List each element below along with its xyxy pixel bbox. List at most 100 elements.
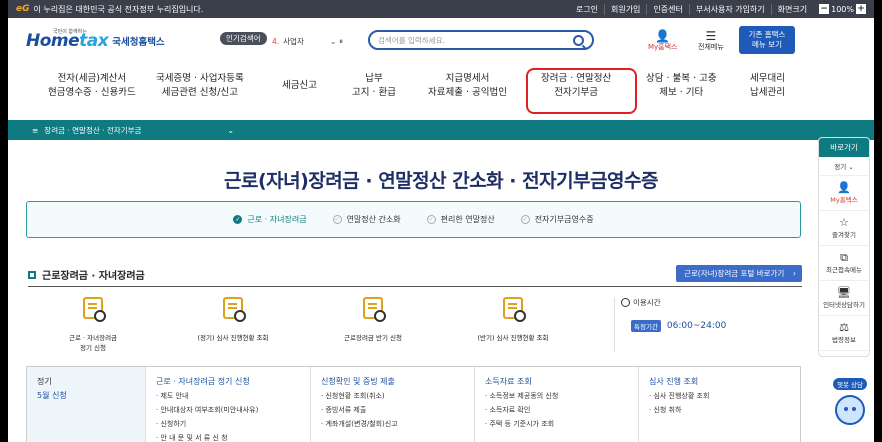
- hometax-logo[interactable]: 국민이 함께하는 Hometax 국세청홈택스: [26, 29, 165, 51]
- section-title: 근로장려금 · 자녀장려금: [28, 267, 145, 282]
- divider: [614, 297, 615, 352]
- page-title: 근로(자녀)장려금 · 연말정산 간소화 · 전자기부금영수증: [224, 170, 658, 192]
- chevron-down-icon[interactable]: ⌄: [227, 126, 234, 135]
- list-item[interactable]: · 주택 등 기준시가 조회: [485, 417, 628, 431]
- document-search-icon: [363, 297, 386, 322]
- chatbot-button[interactable]: 챗봇 상담: [830, 372, 870, 425]
- menu-table: 정기 5월 신청 근로 · 자녀장려금 정기 신청 · 제도 안내 · 안내대상…: [26, 366, 801, 442]
- list-item[interactable]: · 증빙서류 제출: [321, 403, 464, 417]
- table-col-period: 정기 5월 신청: [27, 367, 145, 442]
- square-icon: [28, 270, 36, 279]
- logo-subtitle: 국세청홈택스: [112, 37, 165, 48]
- chevron-right-icon: ›: [793, 269, 796, 278]
- popular-search-select[interactable]: 4. 사업자 ⌄ ⏸: [272, 36, 343, 47]
- screen-size-label: 화면크기: [770, 3, 813, 15]
- chatbot-label: 챗봇 상담: [833, 378, 867, 390]
- recent-icon: ⧉: [840, 251, 848, 264]
- list-item[interactable]: · 안 내 문 및 서 류 신 청: [156, 431, 300, 442]
- chatbot-mascot-icon: [835, 395, 865, 425]
- list-item[interactable]: · 계좌개설(변경/철회)신고: [321, 417, 464, 431]
- document-search-icon: [503, 297, 526, 322]
- gov-banner: eG 이 누리집은 대한민국 공식 전자정부 누리집입니다. 로그인 회원가입 …: [8, 0, 874, 18]
- list-item[interactable]: · 소득정보 제공동의 신청: [485, 389, 628, 403]
- period-link[interactable]: 5월 신청: [37, 389, 135, 403]
- my-hometax-button[interactable]: 👤 My홈택스: [648, 30, 678, 52]
- popular-keyword[interactable]: 사업자: [283, 36, 304, 47]
- util-links: 로그인 회원가입 인증센터 부서사용자 가입하기 화면크기: [570, 3, 813, 15]
- check-circle-icon: ✓: [426, 215, 436, 224]
- nav-item-certificate[interactable]: 국세증명 · 사업자등록 세금관련 신청/신고: [156, 72, 244, 100]
- chevron-down-icon[interactable]: ⌄ ⏸: [330, 37, 343, 47]
- site-header: 국민이 함께하는 Hometax 국세청홈택스 인기검색어 4. 사업자 ⌄ ⏸…: [8, 18, 874, 64]
- table-col-review: 심사 진행 조회 · 심사 진행상황 조회 · 신청 취하: [638, 367, 800, 442]
- period-badge: 특정기간: [631, 320, 661, 332]
- list-item[interactable]: · 신청현황 조회(취소): [321, 389, 464, 403]
- section-divider: [28, 286, 802, 287]
- tab-simplified[interactable]: ✓ 연말정산 간소화: [332, 214, 401, 225]
- check-circle-icon: ✓: [520, 215, 530, 224]
- quick-select[interactable]: 정기 ⌄: [819, 157, 869, 176]
- quick-panel-title: 바로가기: [819, 138, 869, 157]
- category-tabs: ✓ 근로 · 자녀장려금 ✓ 연말정산 간소화 ✓ 편리한 연말정산 ✓ 전자기부금영수…: [26, 201, 801, 238]
- all-menu-label: 전체메뉴: [698, 43, 724, 51]
- list-item[interactable]: · 심사 진행상황 조회: [649, 389, 790, 403]
- hamburger-icon: ☰: [705, 29, 717, 43]
- all-menu-button[interactable]: ☰ 전체메뉴: [698, 30, 724, 52]
- list-item[interactable]: · 신청 취하: [649, 403, 790, 417]
- nav-item-agent[interactable]: 세무대리 납세관리: [750, 72, 785, 100]
- quick-recent-menu[interactable]: ⧉ 최근접속메뉴: [819, 246, 869, 281]
- menu-icon: ≡: [32, 125, 39, 135]
- my-hometax-label: My홈택스: [648, 43, 678, 51]
- search-input[interactable]: 검색어를 입력하세요.: [368, 30, 594, 50]
- tab-convenient[interactable]: ✓ 편리한 연말정산: [426, 214, 495, 225]
- card-regular-apply[interactable]: 근로 · 자녀장려금 정기 신청: [38, 297, 148, 353]
- nav-item-payment[interactable]: 납부 고지 · 환급: [352, 72, 396, 100]
- nav-item-tax-report[interactable]: 세금신고: [282, 79, 317, 93]
- table-col-confirm: 신청확인 및 증빙 제출 · 신청현황 조회(취소) · 증빙서류 제출 · 계…: [310, 367, 474, 442]
- search-icon[interactable]: [573, 34, 584, 46]
- popular-search-label: 인기검색어: [220, 32, 267, 45]
- quick-panel: 바로가기 정기 ⌄ 👤 My홈택스 ☆ 즐겨찾기 ⧉ 최근접속메뉴 🖥 인터넷상담하기 …: [818, 137, 870, 357]
- tab-donation[interactable]: ✓ 전자기부금영수증: [520, 214, 594, 225]
- quick-law-info[interactable]: ⚖ 법령정보: [819, 316, 869, 351]
- browser-frame: eG 이 누리집은 대한민국 공식 전자정부 누리집입니다. 로그인 회원가입 …: [8, 0, 874, 442]
- popular-rank: 4.: [272, 37, 280, 46]
- table-col-apply: 근로 · 자녀장려금 정기 신청 · 제도 안내 · 안내대상자 여부조회(미안…: [145, 367, 310, 442]
- gov-notice[interactable]: 이 누리집은 대한민국 공식 전자정부 누리집입니다.: [34, 4, 570, 15]
- list-item[interactable]: · 제도 안내: [156, 389, 300, 403]
- logo-tagline: 국민이 함께하는: [53, 29, 87, 35]
- card-half-apply[interactable]: 근로장려금 반기 신청: [318, 297, 428, 343]
- zoom-level: 100%: [831, 4, 854, 14]
- nav-highlight-box: [526, 68, 637, 114]
- main-nav: 전자(세금)계산서 현금영수증 · 신용카드 국세증명 · 사업자등록 세금관련 신…: [8, 64, 874, 114]
- quick-favorites[interactable]: ☆ 즐겨찾기: [819, 211, 869, 246]
- table-col-income: 소득자료 조회 · 소득정보 제공동의 신청 · 소득자료 확인 · 주택 등 …: [474, 367, 638, 442]
- document-search-icon: [223, 297, 246, 322]
- quick-my-hometax[interactable]: 👤 My홈택스: [819, 176, 869, 211]
- monitor-icon: 🖥: [837, 286, 851, 299]
- zoom-in-button[interactable]: +: [856, 4, 866, 14]
- nav-item-statement[interactable]: 지급명세서 자료제출 · 공익법인: [428, 72, 507, 100]
- user-icon: 👤: [655, 29, 671, 43]
- nav-item-einvoice[interactable]: 전자(세금)계산서 현금영수증 · 신용카드: [48, 72, 136, 100]
- list-item[interactable]: · 소득자료 확인: [485, 403, 628, 417]
- breadcrumb[interactable]: ≡ 장려금 · 연말정산 · 전자기부금 ⌄: [8, 120, 874, 140]
- login-link[interactable]: 로그인: [570, 4, 604, 15]
- check-circle-icon: ✓: [233, 215, 243, 224]
- signup-link[interactable]: 회원가입: [603, 3, 646, 15]
- old-hometax-button[interactable]: 기존 홈택스 메뉴 보기: [739, 26, 795, 54]
- list-item[interactable]: · 안내대상자 여부조회(미안내사유): [156, 403, 300, 417]
- portal-shortcut-button[interactable]: 근로(자녀)장려금 포털 바로가기 ›: [676, 265, 802, 282]
- tab-incentive[interactable]: ✓ 근로 · 자녀장려금: [233, 214, 307, 225]
- quick-online-consult[interactable]: 🖥 인터넷상담하기: [819, 281, 869, 316]
- list-item[interactable]: · 신청하기: [156, 417, 300, 431]
- check-circle-icon: ✓: [332, 215, 342, 224]
- egov-logo: eG: [16, 4, 30, 14]
- dept-user-link[interactable]: 부서사용자 가입하기: [688, 3, 771, 15]
- cert-center-link[interactable]: 인증센터: [646, 3, 688, 15]
- search-placeholder: 검색어를 입력하세요.: [378, 35, 445, 45]
- card-regular-status[interactable]: (정기) 심사 진행현황 조회: [178, 297, 288, 343]
- card-half-status[interactable]: (반기) 심사 진행현황 조회: [458, 297, 568, 343]
- zoom-out-button[interactable]: −: [819, 4, 830, 14]
- nav-item-consult[interactable]: 상담 · 불복 · 고충 제보 · 기타: [646, 72, 717, 100]
